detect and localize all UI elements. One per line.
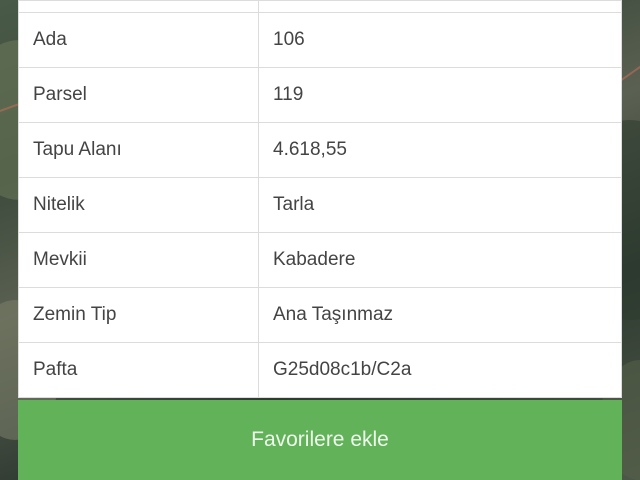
row-label-mevkii: Mevkii [18, 232, 259, 288]
row-value-pafta: G25d08c1b/C2a [258, 342, 622, 398]
table-row: Zemin Tip Ana Taşınmaz [18, 287, 622, 343]
row-label-parsel: Parsel [18, 67, 259, 123]
table-row: Ada 106 [18, 12, 622, 68]
row-label-nitelik: Nitelik [18, 177, 259, 233]
table-row: Mevkii Kabadere [18, 232, 622, 288]
table-row: Tapu Alanı 4.618,55 [18, 122, 622, 178]
table-row: Parsel 119 [18, 67, 622, 123]
table-cell-partial-value [258, 0, 622, 13]
row-value-nitelik: Tarla [258, 177, 622, 233]
row-label-zemin-tip: Zemin Tip [18, 287, 259, 343]
row-label-ada: Ada [18, 12, 259, 68]
add-to-favorites-button[interactable]: Favorilere ekle [18, 400, 622, 480]
row-value-mevkii: Kabadere [258, 232, 622, 288]
table-row-partial [18, 0, 622, 13]
row-value-ada: 106 [258, 12, 622, 68]
row-value-parsel: 119 [258, 67, 622, 123]
table-cell-partial-label [18, 0, 259, 13]
parcel-info-panel: Ada 106 Parsel 119 Tapu Alanı 4.618,55 N… [18, 0, 622, 480]
row-value-tapu-alani: 4.618,55 [258, 122, 622, 178]
parcel-info-table: Ada 106 Parsel 119 Tapu Alanı 4.618,55 N… [18, 0, 622, 398]
table-row: Nitelik Tarla [18, 177, 622, 233]
row-value-zemin-tip: Ana Taşınmaz [258, 287, 622, 343]
table-row: Pafta G25d08c1b/C2a [18, 342, 622, 398]
row-label-pafta: Pafta [18, 342, 259, 398]
row-label-tapu-alani: Tapu Alanı [18, 122, 259, 178]
